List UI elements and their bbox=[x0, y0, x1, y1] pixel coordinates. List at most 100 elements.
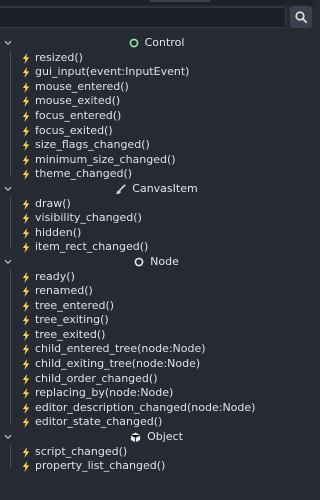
signal-item[interactable]: mouse_exited() bbox=[0, 94, 313, 109]
signal-icon bbox=[22, 315, 30, 327]
signal-label: minimum_size_changed() bbox=[35, 152, 176, 166]
group-header-canvasitem[interactable]: CanvasItem bbox=[0, 182, 313, 197]
signal-item[interactable]: tree_exiting() bbox=[0, 313, 313, 328]
signal-item[interactable]: child_entered_tree(node:Node) bbox=[0, 342, 313, 357]
signal-item[interactable]: mouse_entered() bbox=[0, 80, 313, 95]
group-header-object[interactable]: Object bbox=[0, 430, 313, 445]
signal-icon bbox=[22, 329, 30, 341]
signal-label: renamed() bbox=[35, 284, 93, 298]
signal-item[interactable]: item_rect_changed() bbox=[0, 240, 313, 255]
signal-icon bbox=[22, 359, 30, 371]
signal-label: child_exiting_tree(node:Node) bbox=[35, 357, 201, 371]
signal-item[interactable]: focus_exited() bbox=[0, 124, 313, 139]
signal-label: mouse_entered() bbox=[35, 79, 129, 93]
signal-item[interactable]: replacing_by(node:Node) bbox=[0, 386, 313, 401]
signal-icon bbox=[22, 417, 30, 429]
signal-item[interactable]: renamed() bbox=[0, 284, 313, 299]
signal-label: hidden() bbox=[35, 225, 82, 239]
signal-item[interactable]: visibility_changed() bbox=[0, 211, 313, 226]
signal-item[interactable]: tree_entered() bbox=[0, 299, 313, 314]
tree-guide-line bbox=[10, 196, 11, 249]
group-title: CanvasItem bbox=[132, 181, 198, 195]
signal-label: ready() bbox=[35, 269, 75, 283]
node-icon bbox=[134, 257, 144, 267]
signal-item[interactable]: editor_state_changed() bbox=[0, 415, 313, 430]
search-icon bbox=[295, 11, 308, 24]
signal-label: gui_input(event:InputEvent) bbox=[35, 65, 190, 79]
signal-item[interactable]: child_order_changed() bbox=[0, 372, 313, 387]
signal-icon bbox=[22, 461, 30, 473]
signal-icon bbox=[22, 96, 30, 108]
signal-icon bbox=[22, 67, 30, 79]
signal-label: theme_changed() bbox=[35, 167, 133, 181]
signal-icon bbox=[22, 402, 30, 414]
signal-icon bbox=[22, 213, 30, 225]
signal-icon bbox=[22, 242, 30, 254]
signal-item[interactable]: editor_description_changed(node:Node) bbox=[0, 401, 313, 416]
signal-label: editor_description_changed(node:Node) bbox=[35, 400, 256, 414]
signal-item[interactable]: resized() bbox=[0, 51, 313, 66]
signal-item[interactable]: property_list_changed() bbox=[0, 459, 313, 474]
signal-icon bbox=[22, 110, 30, 122]
signal-item[interactable]: focus_entered() bbox=[0, 109, 313, 124]
signal-label: tree_exiting() bbox=[35, 313, 109, 327]
signal-icon bbox=[22, 52, 30, 64]
signal-icon bbox=[22, 140, 30, 152]
control-icon bbox=[129, 38, 139, 48]
signal-label: focus_exited() bbox=[35, 123, 113, 137]
signal-icon bbox=[22, 373, 30, 385]
group-title: Object bbox=[147, 430, 183, 444]
signal-icon bbox=[22, 198, 30, 210]
signal-label: script_changed() bbox=[35, 444, 128, 458]
tree-guide-line bbox=[10, 269, 11, 425]
signal-label: visibility_changed() bbox=[35, 211, 142, 225]
signal-label: property_list_changed() bbox=[35, 459, 166, 473]
tree-guide-line bbox=[10, 50, 11, 176]
signal-icon bbox=[22, 125, 30, 137]
search-button[interactable] bbox=[290, 6, 312, 28]
signal-icon bbox=[22, 271, 30, 283]
chevron-down-icon[interactable] bbox=[4, 255, 12, 270]
signal-item[interactable]: ready() bbox=[0, 270, 313, 285]
signal-label: focus_entered() bbox=[35, 108, 122, 122]
signal-item[interactable]: size_flags_changed() bbox=[0, 138, 313, 153]
signals-tree: Control resized() gui_input(event:InputEve… bbox=[0, 36, 313, 474]
search-row bbox=[0, 5, 313, 31]
signal-label: editor_state_changed() bbox=[35, 415, 163, 429]
signal-item[interactable]: hidden() bbox=[0, 226, 313, 241]
signal-item[interactable]: minimum_size_changed() bbox=[0, 153, 313, 168]
object-icon bbox=[130, 432, 141, 443]
signal-icon bbox=[22, 81, 30, 93]
chevron-down-icon[interactable] bbox=[4, 36, 12, 51]
signal-icon bbox=[22, 169, 30, 181]
group-header-node[interactable]: Node bbox=[0, 255, 313, 270]
signal-icon bbox=[22, 227, 30, 239]
signal-label: child_order_changed() bbox=[35, 371, 158, 385]
signal-icon bbox=[22, 300, 30, 312]
signal-icon bbox=[22, 388, 30, 400]
search-input[interactable] bbox=[0, 7, 286, 28]
canvasitem-icon bbox=[115, 184, 126, 195]
signal-label: draw() bbox=[35, 196, 71, 210]
signal-label: replacing_by(node:Node) bbox=[35, 386, 174, 400]
signal-label: child_entered_tree(node:Node) bbox=[35, 342, 206, 356]
tab-indicator bbox=[150, 0, 210, 2]
signal-label: resized() bbox=[35, 50, 83, 64]
signal-item[interactable]: draw() bbox=[0, 197, 313, 212]
signal-label: size_flags_changed() bbox=[35, 138, 150, 152]
signal-item[interactable]: child_exiting_tree(node:Node) bbox=[0, 357, 313, 372]
signal-item[interactable]: script_changed() bbox=[0, 445, 313, 460]
signal-item[interactable]: theme_changed() bbox=[0, 167, 313, 182]
signal-icon bbox=[22, 154, 30, 166]
chevron-down-icon[interactable] bbox=[4, 182, 12, 197]
tree-guide-line bbox=[10, 444, 11, 468]
chevron-down-icon[interactable] bbox=[4, 430, 12, 445]
signal-icon bbox=[22, 344, 30, 356]
signal-item[interactable]: gui_input(event:InputEvent) bbox=[0, 65, 313, 80]
signal-item[interactable]: tree_exited() bbox=[0, 328, 313, 343]
group-title: Node bbox=[150, 254, 179, 268]
signal-icon bbox=[22, 446, 30, 458]
signal-icon bbox=[22, 286, 30, 298]
signal-label: tree_exited() bbox=[35, 327, 106, 341]
group-header-control[interactable]: Control bbox=[0, 36, 313, 51]
